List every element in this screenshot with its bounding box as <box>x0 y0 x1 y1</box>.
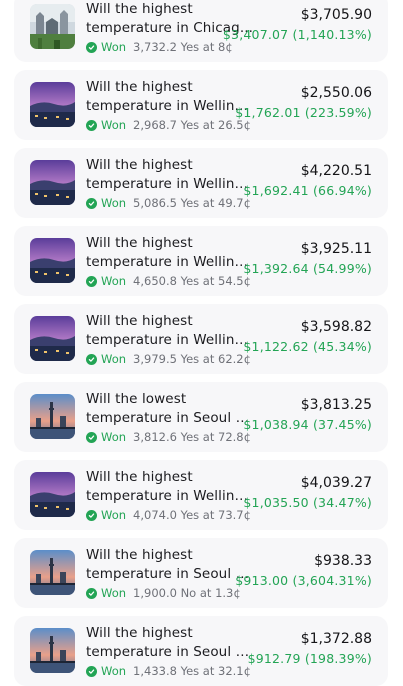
check-circle-icon <box>86 509 97 521</box>
position-meta: Won 2,968.7 Yes at 26.5¢ <box>86 118 251 132</box>
title-line-1: Will the highest <box>86 625 193 641</box>
position-card[interactable]: Will the highest temperature in Wellingt… <box>14 460 388 530</box>
position-card[interactable]: Will the highest temperature in Wellingt… <box>14 148 388 218</box>
market-thumbnail-wellington <box>30 316 75 361</box>
market-thumbnail-seoul <box>30 394 75 439</box>
shares-info: 3,979.5 Yes at 62.2¢ <box>133 352 251 366</box>
title-line-2: temperature in Wellingto... <box>86 176 256 192</box>
title-line-1: Will the highest <box>86 79 193 95</box>
title-line-1: Will the highest <box>86 469 193 485</box>
check-circle-icon <box>86 119 97 131</box>
market-title: Will the highest temperature in Wellingt… <box>86 78 256 116</box>
title-line-1: Will the highest <box>86 1 193 17</box>
title-line-2: temperature in Wellingto... <box>86 488 256 504</box>
position-meta: Won 1,900.0 No at 1.3¢ <box>86 586 241 600</box>
position-value: $3,925.11 <box>300 241 372 257</box>
status-badge: Won <box>101 118 127 132</box>
shares-info: 3,812.6 Yes at 72.8¢ <box>133 430 251 444</box>
position-meta: Won 3,812.6 Yes at 72.8¢ <box>86 430 251 444</box>
position-card[interactable]: Will the highest temperature in Chicag..… <box>14 0 388 62</box>
status-badge: Won <box>101 352 127 366</box>
shares-info: 1,900.0 No at 1.3¢ <box>133 586 241 600</box>
check-circle-icon <box>86 41 97 53</box>
title-line-2: temperature in Seoul be... <box>86 566 256 582</box>
market-thumbnail-wellington <box>30 82 75 127</box>
shares-info: 4,074.0 Yes at 73.7¢ <box>133 508 251 522</box>
position-value: $938.33 <box>314 553 372 569</box>
market-title: Will the highest temperature in Seoul be… <box>86 624 256 662</box>
check-circle-icon <box>86 665 97 677</box>
position-card[interactable]: Will the highest temperature in Seoul be… <box>14 616 388 686</box>
status-badge: Won <box>101 40 127 54</box>
check-circle-icon <box>86 353 97 365</box>
market-thumbnail-wellington <box>30 472 75 517</box>
market-title: Will the highest temperature in Wellingt… <box>86 312 256 350</box>
check-circle-icon <box>86 197 97 209</box>
position-value: $3,813.25 <box>300 397 372 413</box>
market-thumbnail-chicago <box>30 4 75 49</box>
position-meta: Won 3,979.5 Yes at 62.2¢ <box>86 352 251 366</box>
position-gain: $1,122.62 (45.34%) <box>243 339 372 354</box>
title-line-1: Will the highest <box>86 235 193 251</box>
status-badge: Won <box>101 664 127 678</box>
title-line-1: Will the highest <box>86 157 193 173</box>
market-thumbnail-seoul <box>30 628 75 673</box>
title-line-2: temperature in Wellingto... <box>86 254 256 270</box>
position-meta: Won 4,074.0 Yes at 73.7¢ <box>86 508 251 522</box>
shares-info: 3,732.2 Yes at 8¢ <box>133 40 233 54</box>
position-value: $3,705.90 <box>300 7 372 23</box>
position-meta: Won 4,650.8 Yes at 54.5¢ <box>86 274 251 288</box>
market-thumbnail-wellington <box>30 160 75 205</box>
status-badge: Won <box>101 274 127 288</box>
shares-info: 4,650.8 Yes at 54.5¢ <box>133 274 251 288</box>
title-line-2: temperature in Wellingto... <box>86 98 256 114</box>
title-line-1: Will the highest <box>86 547 193 563</box>
market-title: Will the highest temperature in Seoul be… <box>86 546 256 584</box>
status-badge: Won <box>101 586 127 600</box>
position-card[interactable]: Will the highest temperature in Wellingt… <box>14 226 388 296</box>
title-line-2: temperature in Seoul be... <box>86 410 256 426</box>
shares-info: 5,086.5 Yes at 49.7¢ <box>133 196 251 210</box>
status-badge: Won <box>101 508 127 522</box>
position-meta: Won 1,433.8 Yes at 32.1¢ <box>86 664 251 678</box>
position-gain: $1,038.94 (37.45%) <box>243 417 372 432</box>
title-line-2: temperature in Seoul be... <box>86 644 256 660</box>
position-value: $2,550.06 <box>300 85 372 101</box>
market-title: Will the highest temperature in Wellingt… <box>86 234 256 272</box>
position-card[interactable]: Will the lowest temperature in Seoul be.… <box>14 382 388 452</box>
position-gain: $913.00 (3,604.31%) <box>235 573 372 588</box>
check-circle-icon <box>86 275 97 287</box>
shares-info: 1,433.8 Yes at 32.1¢ <box>133 664 251 678</box>
check-circle-icon <box>86 431 97 443</box>
market-title: Will the highest temperature in Wellingt… <box>86 468 256 506</box>
position-gain: $1,392.64 (54.99%) <box>243 261 372 276</box>
position-gain: $3,407.07 (1,140.13%) <box>222 27 372 42</box>
position-value: $1,372.88 <box>300 631 372 647</box>
status-badge: Won <box>101 430 127 444</box>
shares-info: 2,968.7 Yes at 26.5¢ <box>133 118 251 132</box>
title-line-1: Will the lowest <box>86 391 187 407</box>
market-thumbnail-seoul <box>30 550 75 595</box>
title-line-1: Will the highest <box>86 313 193 329</box>
position-value: $4,039.27 <box>300 475 372 491</box>
market-thumbnail-wellington <box>30 238 75 283</box>
position-gain: $1,762.01 (223.59%) <box>235 105 372 120</box>
position-value: $4,220.51 <box>300 163 372 179</box>
position-gain: $912.79 (198.39%) <box>247 651 372 666</box>
check-circle-icon <box>86 587 97 599</box>
position-card[interactable]: Will the highest temperature in Wellingt… <box>14 70 388 140</box>
position-meta: Won 3,732.2 Yes at 8¢ <box>86 40 233 54</box>
position-gain: $1,035.50 (34.47%) <box>243 495 372 510</box>
position-card[interactable]: Will the highest temperature in Wellingt… <box>14 304 388 374</box>
position-value: $3,598.82 <box>300 319 372 335</box>
market-title: Will the lowest temperature in Seoul be.… <box>86 390 256 428</box>
position-gain: $1,692.41 (66.94%) <box>243 183 372 198</box>
market-title: Will the highest temperature in Wellingt… <box>86 156 256 194</box>
position-card[interactable]: Will the highest temperature in Seoul be… <box>14 538 388 608</box>
status-badge: Won <box>101 196 127 210</box>
position-meta: Won 5,086.5 Yes at 49.7¢ <box>86 196 251 210</box>
title-line-2: temperature in Wellingto... <box>86 332 256 348</box>
